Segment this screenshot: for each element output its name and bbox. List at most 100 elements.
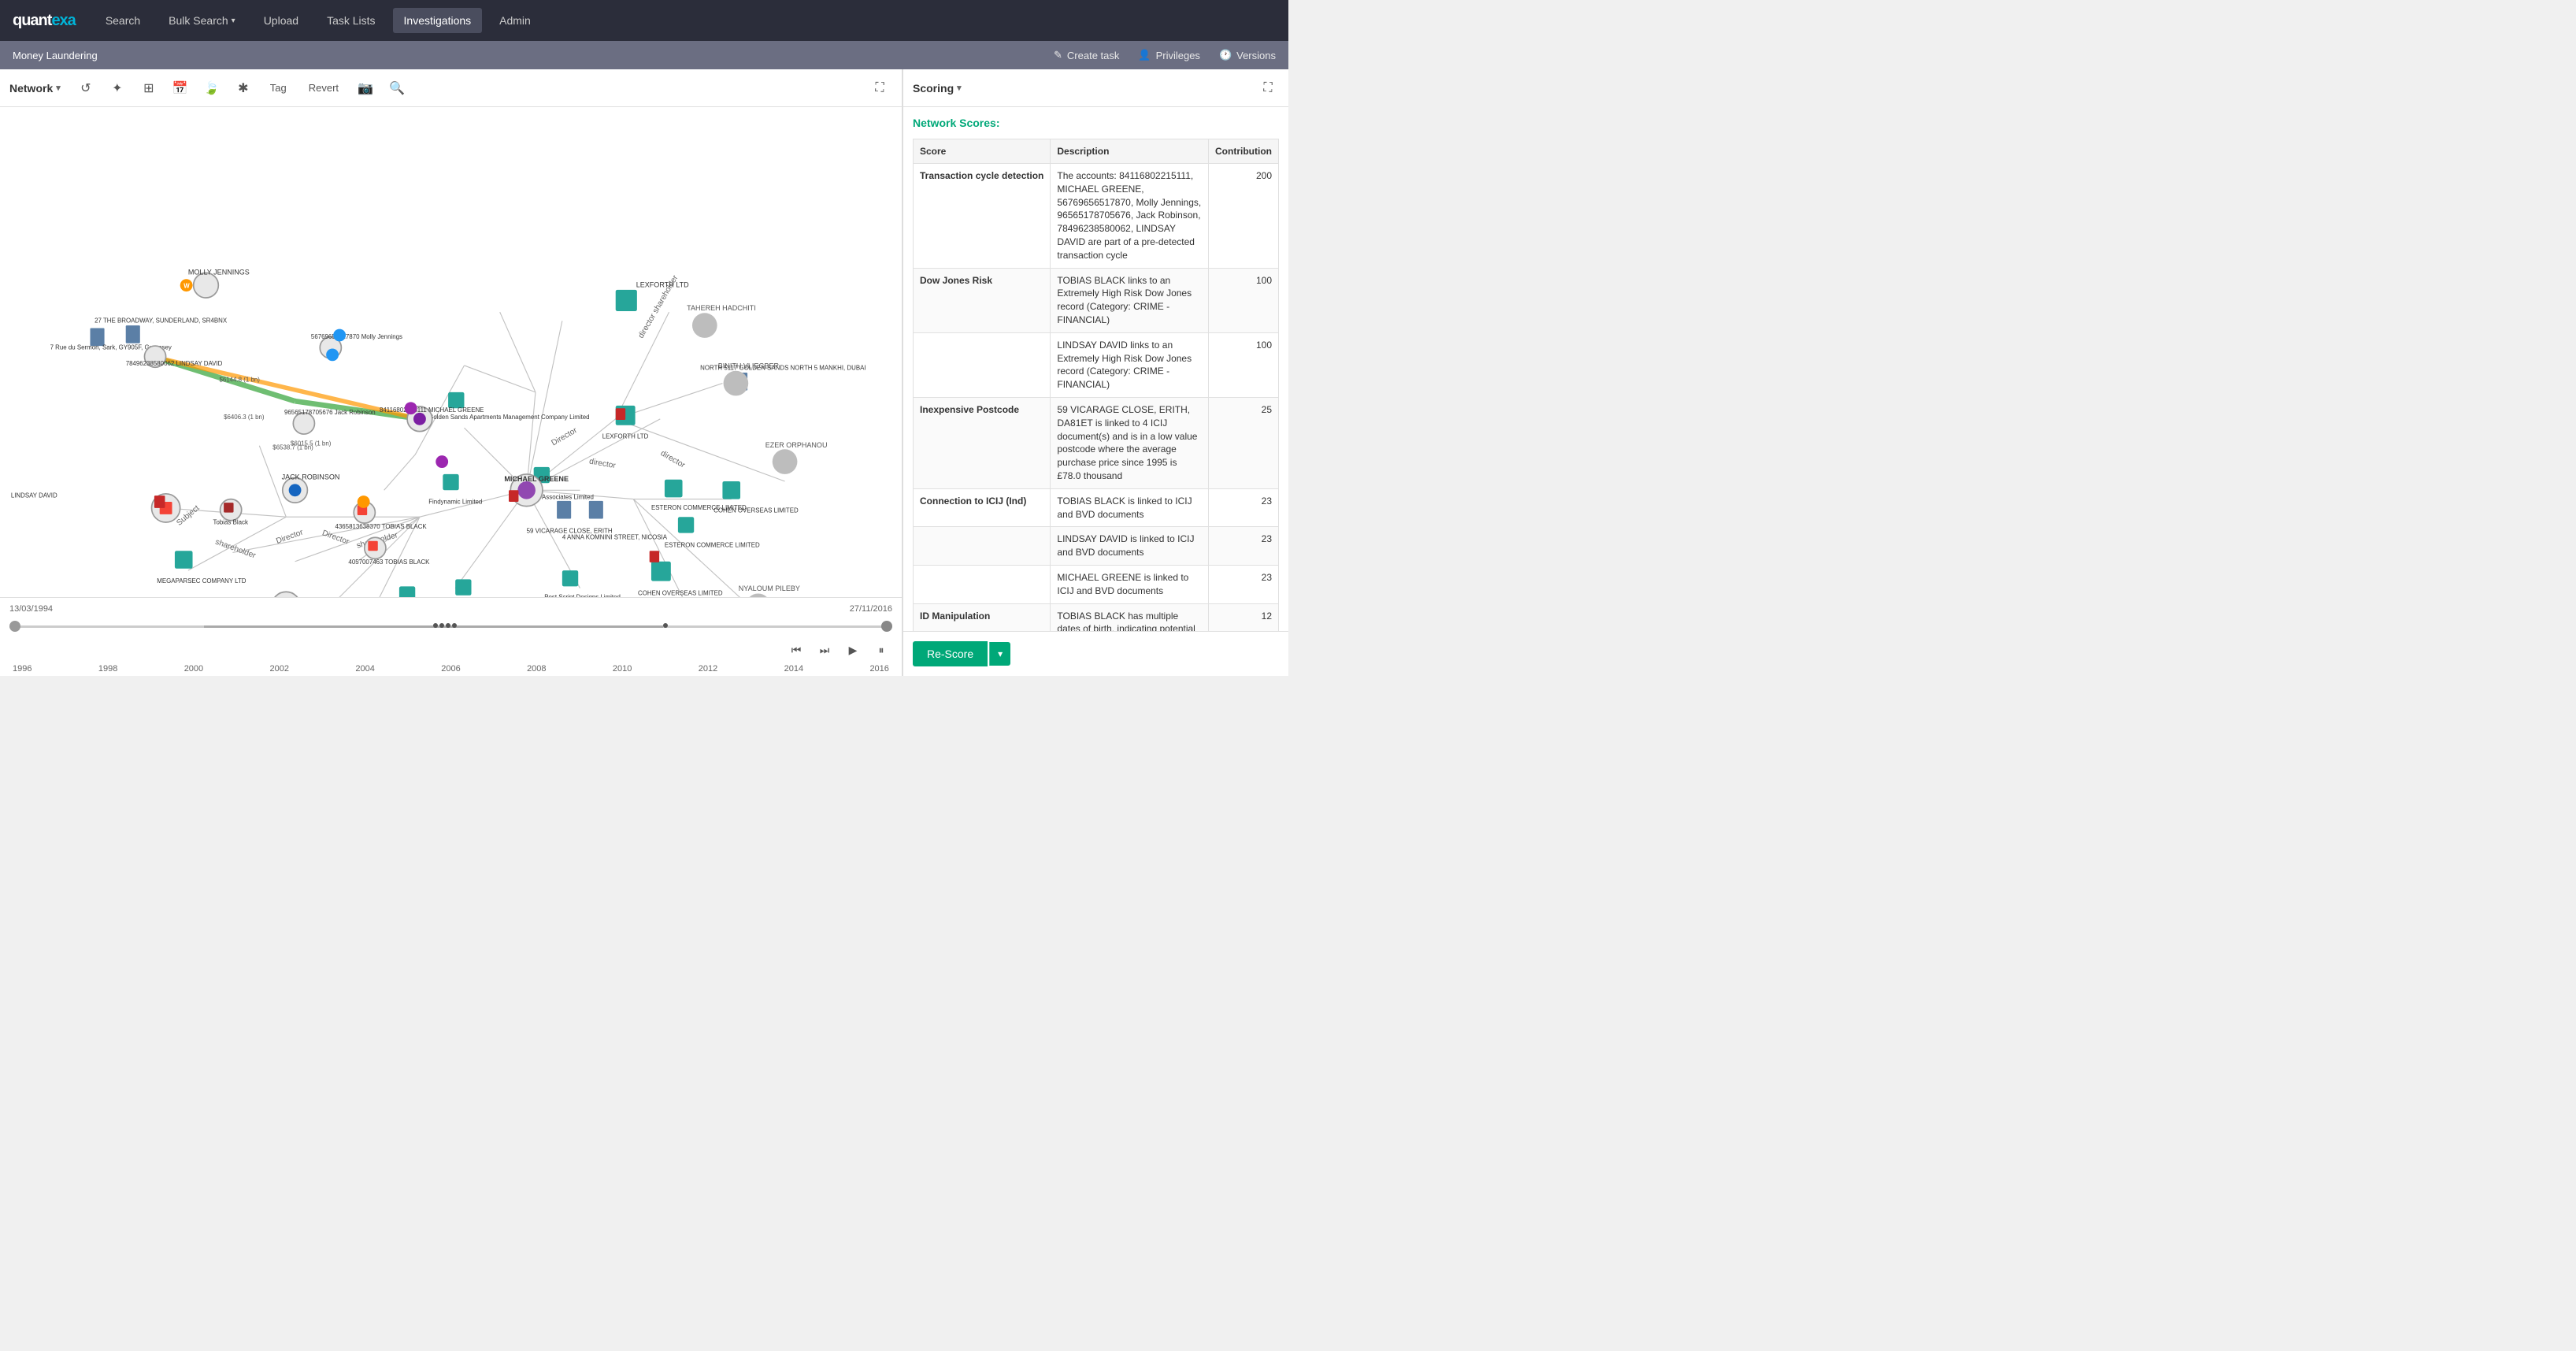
score-description: The accounts: 84116802215111, MICHAEL GR… bbox=[1051, 164, 1209, 269]
svg-text:78496238580062 LINDSAY DAVID: 78496238580062 LINDSAY DAVID bbox=[126, 360, 223, 367]
sub-bar: Money Laundering ✎ Create task 👤 Privile… bbox=[0, 41, 1288, 69]
scoring-content: Network Scores: Score Description Contri… bbox=[903, 107, 1288, 631]
table-row: LINDSAY DAVID is linked to ICIJ and BVD … bbox=[914, 527, 1279, 566]
nav-task-lists[interactable]: Task Lists bbox=[316, 8, 386, 33]
privileges-button[interactable]: 👤 Privileges bbox=[1138, 49, 1200, 61]
camera-btn[interactable]: 📷 bbox=[353, 76, 378, 101]
timeline-skip-start-btn[interactable]: ⏮ bbox=[785, 639, 807, 661]
rescore-button[interactable]: Re-Score bbox=[913, 641, 988, 666]
timeline-pause-btn[interactable]: ⏸ bbox=[870, 639, 892, 661]
score-description: MICHAEL GREENE is linked to ICIJ and BVD… bbox=[1051, 565, 1209, 603]
expand-network-btn[interactable]: ⛶ bbox=[867, 76, 892, 101]
network-dropdown-icon: ▾ bbox=[56, 83, 61, 93]
svg-text:96565178705676 Jack Robinson: 96565178705676 Jack Robinson bbox=[284, 409, 376, 416]
score-category bbox=[914, 527, 1051, 566]
scoring-label: Scoring ▾ bbox=[913, 82, 1251, 95]
timeline-handle-right[interactable] bbox=[881, 621, 892, 632]
timeline-handle-left[interactable] bbox=[9, 621, 20, 632]
asterisk-btn[interactable]: ✱ bbox=[231, 76, 256, 101]
score-description: TOBIAS BLACK has multiple dates of birth… bbox=[1051, 603, 1209, 631]
svg-text:MICHAEL GREENE: MICHAEL GREENE bbox=[504, 475, 569, 483]
svg-text:TAHEREH HADCHITI: TAHEREH HADCHITI bbox=[687, 304, 756, 312]
svg-text:Golden Sands Apartments Manage: Golden Sands Apartments Management Compa… bbox=[428, 414, 589, 421]
svg-text:MOLLY JENNINGS: MOLLY JENNINGS bbox=[188, 269, 250, 277]
svg-text:$6538.7 (1 bn): $6538.7 (1 bn) bbox=[272, 444, 313, 451]
sub-bar-actions: ✎ Create task 👤 Privileges 🕐 Versions bbox=[1054, 49, 1276, 61]
collapse-scoring-btn[interactable]: ⛶ bbox=[1257, 77, 1279, 99]
svg-text:27 THE BROADWAY, SUNDERLAND, S: 27 THE BROADWAY, SUNDERLAND, SR4BNX bbox=[95, 317, 228, 325]
svg-text:LEXFORTH LTD: LEXFORTH LTD bbox=[636, 280, 689, 288]
table-row: LINDSAY DAVID links to an Extremely High… bbox=[914, 332, 1279, 397]
search-network-btn[interactable]: 🔍 bbox=[384, 76, 410, 101]
svg-text:Post Script Designs Limited: Post Script Designs Limited bbox=[544, 593, 621, 597]
svg-text:EZER ORPHANOU: EZER ORPHANOU bbox=[765, 441, 828, 449]
svg-text:ESTERON COMMERCE LIMITED: ESTERON COMMERCE LIMITED bbox=[651, 504, 747, 511]
timeline-skip-end-btn[interactable]: ⏭ bbox=[814, 639, 836, 661]
svg-text:ESTERON COMMERCE LIMITED: ESTERON COMMERCE LIMITED bbox=[665, 542, 760, 549]
filter-btn[interactable]: 🍃 bbox=[199, 76, 224, 101]
network-star-btn[interactable]: ✦ bbox=[105, 76, 130, 101]
col-description: Description bbox=[1051, 139, 1209, 164]
score-category: Transaction cycle detection bbox=[914, 164, 1051, 269]
score-description: 59 VICARAGE CLOSE, ERITH, DA81ET is link… bbox=[1051, 397, 1209, 488]
nav-investigations[interactable]: Investigations bbox=[393, 8, 483, 33]
table-row: Dow Jones RiskTOBIAS BLACK links to an E… bbox=[914, 268, 1279, 332]
score-category: ID Manipulation bbox=[914, 603, 1051, 631]
network-toolbar: Network ▾ ↺ ✦ ⊞ 📅 🍃 ✱ Tag Revert 📷 🔍 ⛶ bbox=[0, 69, 902, 107]
create-task-button[interactable]: ✎ Create task bbox=[1054, 49, 1119, 61]
score-description: TOBIAS BLACK is linked to ICIJ and BVD d… bbox=[1051, 488, 1209, 527]
svg-text:$6406.3 (1 bn): $6406.3 (1 bn) bbox=[224, 414, 265, 421]
col-contribution: Contribution bbox=[1209, 139, 1279, 164]
svg-text:JACK ROBINSON: JACK ROBINSON bbox=[282, 473, 340, 481]
score-contribution: 23 bbox=[1209, 488, 1279, 527]
score-contribution: 100 bbox=[1209, 332, 1279, 397]
create-task-icon: ✎ bbox=[1054, 49, 1062, 61]
timeline-controls: ⏮ ⏭ ▶ ⏸ bbox=[9, 639, 892, 661]
score-description: TOBIAS BLACK links to an Extremely High … bbox=[1051, 268, 1209, 332]
svg-text:COHEN OVERSEAS LIMITED: COHEN OVERSEAS LIMITED bbox=[638, 590, 723, 597]
timeline-play-btn[interactable]: ▶ bbox=[842, 639, 864, 661]
nav-search[interactable]: Search bbox=[95, 8, 151, 33]
score-description: LINDSAY DAVID is linked to ICIJ and BVD … bbox=[1051, 527, 1209, 566]
svg-text:84116802215111 MICHAEL GREENE: 84116802215111 MICHAEL GREENE bbox=[380, 406, 484, 414]
score-category: Inexpensive Postcode bbox=[914, 397, 1051, 488]
timeline-track bbox=[9, 625, 892, 628]
timeline-bar[interactable] bbox=[9, 617, 892, 636]
svg-text:LINDSAY DAVID: LINDSAY DAVID bbox=[11, 492, 57, 499]
col-score: Score bbox=[914, 139, 1051, 164]
network-scores-title: Network Scores: bbox=[913, 117, 1279, 129]
svg-text:4 ANNA KOMNINI STREET, NICOSIA: 4 ANNA KOMNINI STREET, NICOSIA bbox=[562, 533, 668, 540]
svg-text:$6144.8 (1 bn): $6144.8 (1 bn) bbox=[219, 376, 260, 383]
top-nav: quantexa Search Bulk Search ▾ Upload Tas… bbox=[0, 0, 1288, 41]
score-contribution: 200 bbox=[1209, 164, 1279, 269]
svg-text:MEGAPARSEC COMPANY LTD: MEGAPARSEC COMPANY LTD bbox=[157, 577, 246, 585]
tag-btn[interactable]: Tag bbox=[262, 79, 295, 97]
score-contribution: 100 bbox=[1209, 268, 1279, 332]
grid-btn[interactable]: ⊞ bbox=[136, 76, 161, 101]
scoring-dropdown-icon: ▾ bbox=[957, 83, 962, 93]
main-content: Network ▾ ↺ ✦ ⊞ 📅 🍃 ✱ Tag Revert 📷 🔍 ⛶ bbox=[0, 69, 1288, 676]
table-row: Transaction cycle detectionThe accounts:… bbox=[914, 164, 1279, 269]
svg-text:BINITH VLIEGBER: BINITH VLIEGBER bbox=[718, 362, 780, 369]
svg-text:4057007463 TOBIAS BLACK: 4057007463 TOBIAS BLACK bbox=[348, 559, 430, 566]
score-category: Connection to ICIJ (Ind) bbox=[914, 488, 1051, 527]
nav-bulk-search[interactable]: Bulk Search ▾ bbox=[158, 8, 246, 33]
versions-button[interactable]: 🕐 Versions bbox=[1219, 49, 1276, 61]
svg-text:4365813638370 TOBIAS BLACK: 4365813638370 TOBIAS BLACK bbox=[335, 523, 427, 530]
rescore-dropdown-btn[interactable]: ▾ bbox=[989, 642, 1010, 666]
table-row: ID ManipulationTOBIAS BLACK has multiple… bbox=[914, 603, 1279, 631]
nav-upload[interactable]: Upload bbox=[253, 8, 309, 33]
history-btn[interactable]: ↺ bbox=[73, 76, 98, 101]
scores-table: Score Description Contribution Transacti… bbox=[913, 139, 1279, 631]
right-panel: Scoring ▾ ⛶ Network Scores: Score Descri… bbox=[903, 69, 1288, 676]
calendar-btn[interactable]: 📅 bbox=[168, 76, 193, 101]
bulk-search-arrow-icon: ▾ bbox=[232, 17, 235, 25]
revert-btn[interactable]: Revert bbox=[301, 79, 347, 97]
network-canvas[interactable]: Director director Director Director Subj… bbox=[0, 107, 902, 597]
svg-text:W: W bbox=[183, 283, 190, 290]
score-description: LINDSAY DAVID links to an Extremely High… bbox=[1051, 332, 1209, 397]
nav-admin[interactable]: Admin bbox=[488, 8, 542, 33]
score-contribution: 23 bbox=[1209, 565, 1279, 603]
investigation-title: Money Laundering bbox=[13, 50, 98, 61]
score-contribution: 12 bbox=[1209, 603, 1279, 631]
